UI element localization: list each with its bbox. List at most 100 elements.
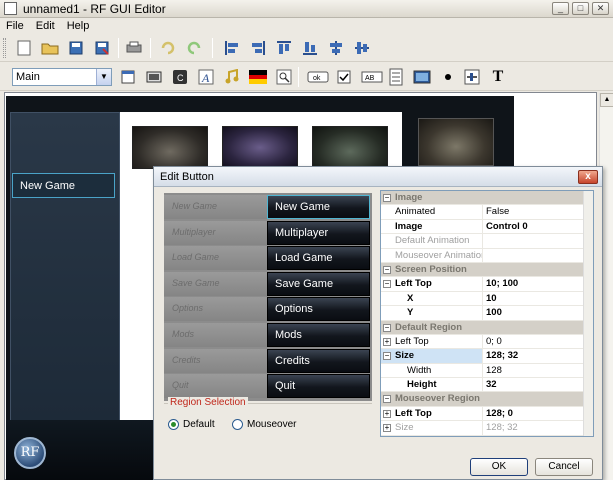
preview-button[interactable]: Mods <box>267 323 370 347</box>
property-row[interactable]: Width 128 <box>381 363 593 379</box>
undo-icon[interactable] <box>158 38 178 58</box>
menu-help[interactable]: Help <box>61 20 96 32</box>
close-button[interactable]: ✕ <box>592 2 609 15</box>
property-row[interactable]: Default Animation <box>381 234 593 249</box>
text-tool-icon[interactable]: T <box>488 67 508 87</box>
label-tool-icon[interactable]: AB <box>360 67 384 87</box>
music-icon[interactable] <box>222 67 242 87</box>
preview-button[interactable]: Multiplayer <box>267 220 370 245</box>
control-icon[interactable]: C <box>170 67 190 87</box>
zoom-icon[interactable] <box>274 67 294 87</box>
property-row[interactable]: Y 100 <box>381 306 593 321</box>
button-tool-icon[interactable]: ok <box>306 67 330 87</box>
language-flag-icon[interactable] <box>248 67 268 87</box>
property-value[interactable]: 128 <box>483 364 502 377</box>
expand-icon[interactable]: + <box>383 337 391 346</box>
property-value[interactable] <box>483 249 486 262</box>
chevron-down-icon[interactable]: ▼ <box>96 69 111 85</box>
property-value[interactable]: 10; 100 <box>483 277 518 290</box>
preview-row: Save Game Save Game <box>164 271 372 296</box>
property-row[interactable]: Image Control 0 <box>381 219 593 235</box>
add-screen-icon[interactable] <box>118 67 138 87</box>
preview-label-ghost: Credits <box>164 348 268 373</box>
redo-icon[interactable] <box>184 38 204 58</box>
property-row[interactable]: Height 32 <box>381 378 593 393</box>
cancel-button[interactable]: Cancel <box>535 458 593 476</box>
image-tool-icon[interactable] <box>412 67 432 87</box>
collapse-icon[interactable]: − <box>383 352 391 361</box>
save-icon[interactable] <box>66 38 86 58</box>
radio-default-dot[interactable] <box>168 419 179 430</box>
collapse-icon[interactable]: − <box>383 395 391 404</box>
property-value[interactable]: 128; 0 <box>483 407 513 420</box>
property-category[interactable]: Screen Position − <box>381 262 593 278</box>
property-row[interactable]: Animated False <box>381 205 593 220</box>
preview-button[interactable]: Save Game <box>267 271 370 296</box>
collapse-icon[interactable]: − <box>383 280 391 289</box>
align-left-icon[interactable] <box>222 38 242 58</box>
property-value[interactable] <box>483 234 486 247</box>
collapse-icon[interactable]: − <box>383 323 391 332</box>
preview-button[interactable]: Options <box>267 297 370 322</box>
collapse-icon[interactable]: − <box>383 194 391 202</box>
property-value[interactable]: 128; 32 <box>483 421 518 434</box>
property-value[interactable]: 100 <box>483 306 502 319</box>
scroll-up-icon[interactable]: ▲ <box>600 93 613 107</box>
preview-button[interactable]: New Game <box>267 195 370 219</box>
window-icon[interactable] <box>144 67 164 87</box>
new-file-icon[interactable] <box>14 38 34 58</box>
radio-default[interactable]: Default <box>168 419 215 430</box>
align-right-icon[interactable] <box>248 38 268 58</box>
radio-mouseover[interactable]: Mouseover <box>232 419 296 430</box>
radio-mouseover-dot[interactable] <box>232 419 243 430</box>
property-category[interactable]: Default Region − <box>381 320 593 335</box>
property-value[interactable]: 10 <box>483 292 497 305</box>
property-row[interactable]: Left Top +128; 0 <box>381 406 593 422</box>
screen-select[interactable]: Main ▼ <box>12 68 112 86</box>
property-grid-scrollbar[interactable] <box>583 191 593 436</box>
property-value[interactable]: 0; 0 <box>483 335 502 348</box>
dialog-close-button[interactable]: x <box>578 170 598 184</box>
expand-icon[interactable]: + <box>383 424 391 433</box>
property-value[interactable]: False <box>483 205 509 218</box>
preview-button[interactable]: Load Game <box>267 246 370 271</box>
collapse-icon[interactable]: − <box>383 265 391 274</box>
center-horizontal-icon[interactable] <box>326 38 346 58</box>
property-row[interactable]: Mouseover Animation <box>381 248 593 263</box>
checkbox-tool-icon[interactable] <box>334 67 354 87</box>
maximize-button[interactable]: □ <box>572 2 589 15</box>
print-icon[interactable] <box>124 38 144 58</box>
property-row[interactable]: Left Top +0; 0 <box>381 334 593 350</box>
preview-button[interactable]: Credits <box>267 348 370 373</box>
property-row[interactable]: Size − 128; 32 <box>381 349 593 364</box>
property-name: Mouseover Animation <box>381 248 483 262</box>
toolbar-grip[interactable] <box>3 38 6 58</box>
game-menu-new-game[interactable]: New Game <box>12 173 115 198</box>
property-row[interactable]: Left Top − 10; 100 <box>381 277 593 292</box>
property-category[interactable]: Image − <box>381 191 593 206</box>
property-row[interactable]: X 10 <box>381 291 593 307</box>
align-bottom-icon[interactable] <box>300 38 320 58</box>
center-vertical-icon[interactable] <box>352 38 372 58</box>
slider-tool-icon[interactable] <box>462 67 482 87</box>
radio-tool-icon[interactable] <box>438 67 458 87</box>
menu-edit[interactable]: Edit <box>30 20 61 32</box>
preview-button[interactable]: Quit <box>267 374 370 399</box>
property-value[interactable]: Control 0 <box>483 220 528 233</box>
property-category[interactable]: Mouseover Region − <box>381 392 593 407</box>
property-value[interactable]: 32 <box>483 378 497 391</box>
expand-icon[interactable]: + <box>383 409 391 418</box>
property-row[interactable]: Size +128; 32 <box>381 421 593 436</box>
open-folder-icon[interactable] <box>40 38 60 58</box>
property-grid[interactable]: Image − Animated False Image Control 0 Default… <box>380 190 594 437</box>
align-top-icon[interactable] <box>274 38 294 58</box>
preview-label-ghost: Options <box>164 297 268 322</box>
listbox-tool-icon[interactable] <box>386 67 406 87</box>
save-as-icon[interactable] <box>92 38 112 58</box>
ok-button[interactable]: OK <box>470 458 528 476</box>
menu-file[interactable]: File <box>0 20 30 32</box>
property-name: X <box>381 291 483 306</box>
font-icon[interactable]: A <box>196 67 216 87</box>
minimize-button[interactable]: _ <box>552 2 569 15</box>
property-value[interactable]: 128; 32 <box>483 349 518 362</box>
